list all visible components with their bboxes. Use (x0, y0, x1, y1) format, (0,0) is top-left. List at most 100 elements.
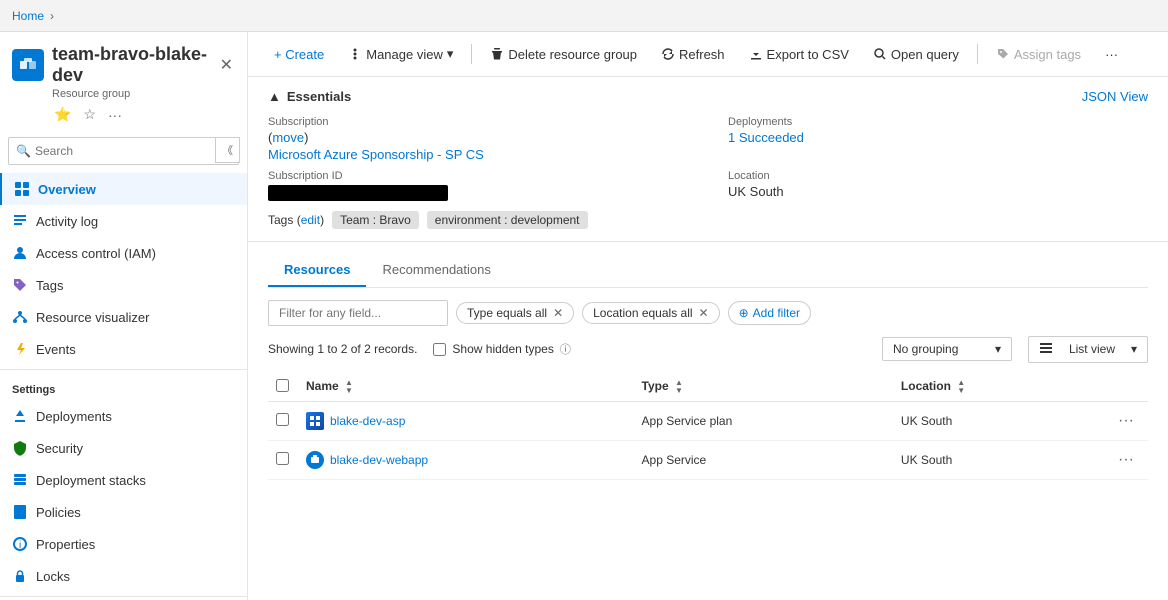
type-column-header[interactable]: Type ▲▼ (634, 373, 893, 402)
nav-access-control[interactable]: Access control (IAM) (0, 237, 247, 269)
nav-overview[interactable]: Overview (0, 173, 247, 205)
deployments-value-link[interactable]: 1 Succeeded (728, 130, 804, 145)
filter-input[interactable] (268, 300, 448, 326)
subscription-name-link[interactable]: Microsoft Azure Sponsorship - SP CS (268, 147, 484, 162)
close-button[interactable]: ✕ (218, 53, 235, 77)
pin-button[interactable]: ⭐ (52, 104, 73, 125)
manage-view-button[interactable]: Manage view ▾ (338, 40, 463, 68)
type-filter-clear[interactable]: ✕ (553, 306, 563, 320)
toolbar: + Create Manage view ▾ Delete resource g… (248, 32, 1168, 77)
overview-icon (14, 181, 30, 197)
tab-recommendations[interactable]: Recommendations (366, 254, 506, 287)
grouping-chevron-icon: ▾ (995, 342, 1001, 356)
location-filter-clear[interactable]: ✕ (699, 306, 709, 320)
security-icon (12, 440, 28, 456)
row2-actions-cell: ··· (1088, 440, 1148, 479)
policies-icon (12, 504, 28, 520)
deployments-field: Deployments 1 Succeeded (728, 116, 1148, 162)
tag-env-dev: environment : development (427, 211, 588, 229)
name-sort-icon: ▲▼ (345, 379, 353, 395)
nav-events[interactable]: Events (0, 333, 247, 365)
create-button[interactable]: + Create (264, 41, 334, 68)
row1-name-cell: blake-dev-asp (298, 401, 634, 440)
tags-edit-link[interactable]: edit (301, 213, 320, 227)
select-all-checkbox[interactable] (276, 379, 289, 392)
refresh-button[interactable]: Refresh (651, 41, 735, 68)
activity-log-label: Activity log (36, 214, 98, 229)
tab-resources[interactable]: Resources (268, 254, 366, 287)
breadcrumb-home[interactable]: Home (12, 9, 44, 23)
open-query-button[interactable]: Open query (863, 41, 969, 68)
row1-location-cell: UK South (893, 401, 1088, 440)
subscription-id-redacted (268, 184, 688, 201)
tags-label: Tags (36, 278, 63, 293)
nav-deployments[interactable]: Deployments (0, 400, 247, 432)
row2-more-button[interactable]: ··· (1112, 449, 1140, 471)
filter-row: Type equals all ✕ Location equals all ✕ … (268, 300, 1148, 326)
nav-locks[interactable]: Locks (0, 560, 247, 592)
nav-policies[interactable]: Policies (0, 496, 247, 528)
json-view-link[interactable]: JSON View (1082, 89, 1148, 104)
row1-more-button[interactable]: ··· (1112, 410, 1140, 432)
sidebar-header: team-bravo-blake-dev ✕ Resource group ⭐ … (0, 32, 247, 133)
resource-visualizer-icon (12, 309, 28, 325)
nav-activity-log[interactable]: Activity log (0, 205, 247, 237)
toolbar-more-button[interactable]: ··· (1095, 41, 1128, 68)
row2-name-cell: blake-dev-webapp (298, 440, 634, 479)
add-filter-button[interactable]: ⊕ Add filter (728, 301, 811, 325)
type-sort-icon: ▲▼ (675, 379, 683, 395)
row1-checkbox[interactable] (276, 413, 289, 426)
records-count: Showing 1 to 2 of 2 records. (268, 342, 417, 356)
row1-actions-cell: ··· (1088, 401, 1148, 440)
type-filter-badge[interactable]: Type equals all ✕ (456, 302, 574, 324)
resource-type: Resource group (52, 88, 235, 100)
locks-icon (12, 568, 28, 584)
essentials-section: ▲ Essentials JSON View Subscription (mov… (248, 77, 1168, 242)
nav-properties[interactable]: i Properties (0, 528, 247, 560)
export-csv-button[interactable]: Export to CSV (739, 41, 859, 68)
row2-name-link[interactable]: blake-dev-webapp (306, 451, 626, 469)
resource-group-icon (12, 49, 44, 81)
events-icon (12, 341, 28, 357)
list-view-icon (1039, 341, 1053, 358)
table-row: blake-dev-webapp App Service UK South ··… (268, 440, 1148, 479)
delete-resource-group-button[interactable]: Delete resource group (480, 41, 647, 68)
location-field: Location UK South (728, 170, 1148, 201)
info-icon[interactable]: ⓘ (560, 341, 571, 357)
toolbar-divider-2 (977, 44, 978, 64)
row1-checkbox-cell (268, 401, 298, 440)
list-view-dropdown[interactable]: List view ▾ (1028, 336, 1148, 363)
top-bar: Home › (0, 0, 1168, 32)
name-column-header[interactable]: Name ▲▼ (298, 373, 634, 402)
show-hidden-label[interactable]: Show hidden types (452, 342, 553, 356)
resources-table: Name ▲▼ Type ▲▼ Location ▲▼ (268, 373, 1148, 480)
show-hidden-types: Show hidden types ⓘ (433, 341, 570, 357)
location-sort-icon: ▲▼ (957, 379, 965, 395)
essentials-collapse-icon[interactable]: ▲ (268, 89, 281, 104)
subscription-move-link[interactable]: move (272, 130, 304, 145)
more-options-button[interactable]: ··· (106, 105, 124, 125)
location-value: UK South (728, 184, 1148, 199)
assign-tags-button[interactable]: Assign tags (986, 41, 1091, 68)
row2-checkbox-cell (268, 440, 298, 479)
location-filter-badge[interactable]: Location equals all ✕ (582, 302, 719, 324)
favorite-button[interactable]: ☆ (81, 104, 98, 125)
nav-resource-visualizer[interactable]: Resource visualizer (0, 301, 247, 333)
search-input[interactable] (8, 137, 239, 165)
nav-security[interactable]: Security (0, 432, 247, 464)
grouping-dropdown[interactable]: No grouping ▾ (882, 337, 1012, 361)
table-header-row: Name ▲▼ Type ▲▼ Location ▲▼ (268, 373, 1148, 402)
row2-icon (306, 451, 324, 469)
nav-tags[interactable]: Tags (0, 269, 247, 301)
collapse-sidebar-button[interactable]: 《 (215, 137, 240, 163)
row2-checkbox[interactable] (276, 452, 289, 465)
search-container: 🔍 《 (8, 137, 239, 165)
show-hidden-checkbox[interactable] (433, 343, 446, 356)
row1-name-link[interactable]: blake-dev-asp (306, 412, 626, 430)
deployments-icon (12, 408, 28, 424)
tags-icon (12, 277, 28, 293)
nav-deployment-stacks[interactable]: Deployment stacks (0, 464, 247, 496)
location-column-header[interactable]: Location ▲▼ (893, 373, 1088, 402)
resource-visualizer-label: Resource visualizer (36, 310, 149, 325)
row2-type-cell: App Service (634, 440, 893, 479)
